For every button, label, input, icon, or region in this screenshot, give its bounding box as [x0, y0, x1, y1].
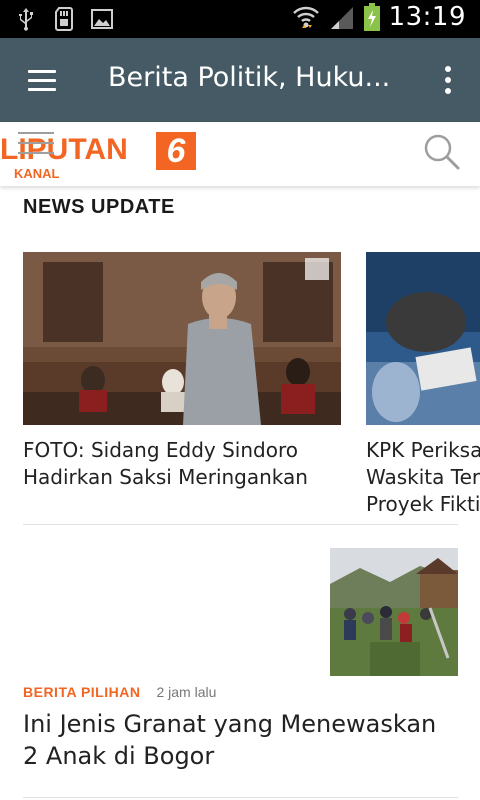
news-update-carousel[interactable]: FOTO: Sidang Eddy Sindoro Hadirkan Saksi…	[23, 252, 480, 524]
sdcard-icon	[55, 7, 73, 31]
signal-icon	[330, 7, 353, 29]
news-card-title: KPK Periksa Waskita Terk Proyek Fiktif	[366, 438, 480, 516]
usb-icon	[19, 8, 33, 31]
news-card[interactable]: FOTO: Sidang Eddy Sindoro Hadirkan Saksi…	[23, 252, 341, 491]
search-icon	[424, 134, 460, 170]
wifi-icon	[292, 6, 319, 28]
article-category[interactable]: BERITA PILIHAN	[23, 684, 140, 700]
article-meta: BERITA PILIHAN 2 jam lalu	[23, 684, 216, 700]
status-notifications	[14, 6, 114, 32]
article-time: 2 jam lalu	[156, 684, 217, 700]
news-card-title: FOTO: Sidang Eddy Sindoro Hadirkan Saksi…	[23, 438, 308, 489]
status-bar: 13:19	[0, 0, 480, 38]
news-card[interactable]: KPK Periksa Waskita Terk Proyek Fiktif	[366, 252, 480, 518]
news-update-heading: NEWS UPDATE	[23, 196, 175, 218]
article-divider	[23, 797, 458, 798]
battery-charging-icon	[363, 3, 380, 31]
status-system: 13:19	[291, 2, 466, 32]
brand-bar: LIPUTAN 6 KANAL	[0, 122, 480, 186]
section-divider	[23, 524, 458, 525]
search-button[interactable]	[422, 132, 462, 172]
logo-number: 6	[156, 132, 196, 170]
article-item[interactable]: BERITA PILIHAN 2 jam lalu Ini Jenis Gran…	[0, 540, 480, 796]
hamburger-menu-button[interactable]	[22, 62, 62, 98]
menu-lines-icon	[18, 132, 54, 134]
article-thumbnail	[330, 548, 458, 676]
status-time: 13:19	[388, 2, 466, 32]
logo-subtext: KANAL	[14, 166, 60, 181]
news-card-image	[23, 252, 341, 425]
app-bar: Berita Politik, Huku...	[0, 38, 480, 122]
image-icon	[91, 9, 113, 29]
news-card-image	[366, 252, 480, 425]
kanal-menu-button[interactable]	[18, 130, 56, 160]
app-title: Berita Politik, Huku...	[108, 62, 391, 93]
more-vert-icon	[445, 66, 451, 72]
hamburger-icon	[28, 70, 56, 73]
article-title: Ini Jenis Granat yang Menewaskan 2 Anak …	[23, 710, 437, 770]
overflow-menu-button[interactable]	[436, 60, 460, 100]
